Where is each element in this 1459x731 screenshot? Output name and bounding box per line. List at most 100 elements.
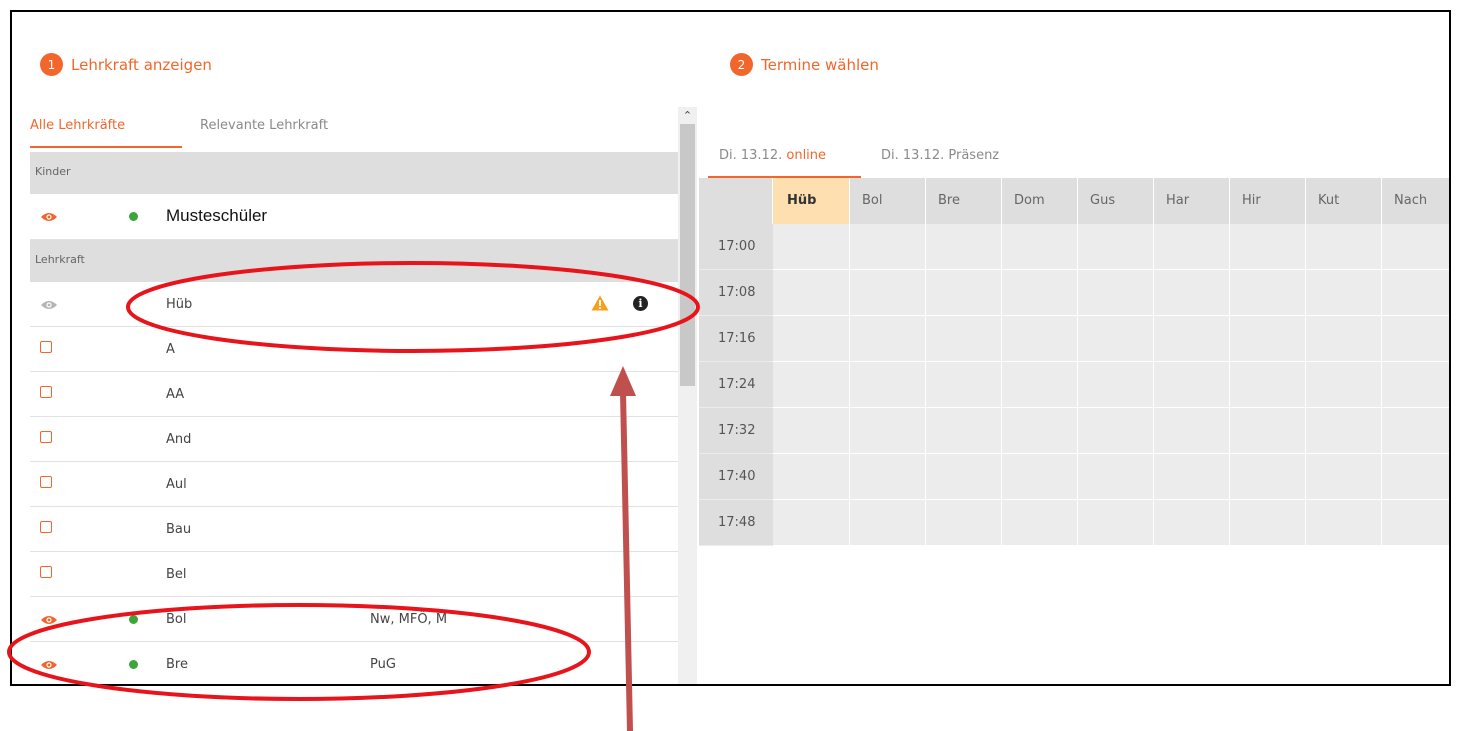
time-slot-cell[interactable]	[1154, 270, 1230, 316]
time-slot-cell[interactable]	[1230, 454, 1306, 500]
time-slot-cell[interactable]	[773, 454, 850, 500]
time-slot-cell[interactable]	[1306, 500, 1382, 546]
teacher-row[interactable]: Aul	[30, 462, 678, 507]
time-slot-cell[interactable]	[1306, 224, 1382, 270]
step-2-title: Termine wählen	[761, 55, 879, 74]
teacher-name: AA	[166, 387, 185, 402]
step-1-number: 1	[40, 53, 63, 76]
time-slot-cell[interactable]	[850, 316, 926, 362]
teacher-name: And	[166, 432, 192, 447]
time-slot-cell[interactable]	[1002, 500, 1078, 546]
eye-icon[interactable]	[40, 208, 58, 227]
time-slot-cell[interactable]	[1306, 408, 1382, 454]
time-slot-cell[interactable]	[1078, 500, 1154, 546]
time-slot-cell[interactable]	[1154, 224, 1230, 270]
chevron-up-icon[interactable]: ⌃	[678, 107, 697, 124]
time-slot-cell[interactable]	[1002, 362, 1078, 408]
column-header: Bre	[926, 178, 1002, 224]
teacher-checkbox[interactable]	[40, 386, 52, 398]
eye-icon[interactable]	[40, 656, 58, 675]
teacher-checkbox[interactable]	[40, 431, 52, 443]
time-slot-cell[interactable]	[1078, 408, 1154, 454]
time-slot-cell[interactable]	[1382, 316, 1449, 362]
time-slot-cell[interactable]	[1230, 362, 1306, 408]
time-slot-cell[interactable]	[850, 270, 926, 316]
time-slot-cell[interactable]	[926, 270, 1002, 316]
tab-all-teachers[interactable]: Alle Lehrkräfte	[30, 118, 125, 133]
time-slot-cell[interactable]	[926, 316, 1002, 362]
time-slot-cell[interactable]	[926, 224, 1002, 270]
time-slot-cell[interactable]	[1382, 408, 1449, 454]
time-slot-cell[interactable]	[773, 224, 850, 270]
time-slot-cell[interactable]	[850, 224, 926, 270]
teacher-row[interactable]: Bre PuG	[30, 642, 678, 684]
time-slot-cell[interactable]	[773, 362, 850, 408]
info-icon[interactable]: i	[633, 296, 648, 311]
time-slot-cell[interactable]	[1078, 454, 1154, 500]
time-slot-cell[interactable]	[1306, 362, 1382, 408]
warning-icon[interactable]	[591, 295, 609, 315]
time-slot-cell[interactable]	[1382, 270, 1449, 316]
column-header: Hüb	[773, 178, 850, 224]
time-slot-cell[interactable]	[1230, 500, 1306, 546]
tab-relevant-teacher[interactable]: Relevante Lehrkraft	[200, 118, 328, 133]
time-slot-cell[interactable]	[1382, 362, 1449, 408]
tab-praesenz[interactable]: Di. 13.12. Präsenz	[881, 148, 999, 163]
teacher-row[interactable]: And	[30, 417, 678, 462]
time-slot-cell[interactable]	[1078, 224, 1154, 270]
time-slot-cell[interactable]	[1002, 270, 1078, 316]
teacher-checkbox[interactable]	[40, 521, 52, 533]
time-slot-cell[interactable]	[1002, 454, 1078, 500]
time-slot-cell[interactable]	[1306, 454, 1382, 500]
time-slot-cell[interactable]	[850, 408, 926, 454]
time-slot-cell[interactable]	[1078, 362, 1154, 408]
time-slot-cell[interactable]	[926, 408, 1002, 454]
time-slot-cell[interactable]	[1382, 224, 1449, 270]
teacher-checkbox[interactable]	[40, 341, 52, 353]
time-slot-cell[interactable]	[1306, 316, 1382, 362]
time-slot-cell[interactable]	[1154, 454, 1230, 500]
scrollbar-thumb[interactable]	[680, 124, 695, 386]
time-slot-cell[interactable]	[1154, 500, 1230, 546]
time-slot-cell[interactable]	[1002, 224, 1078, 270]
time-slot-cell[interactable]	[1382, 500, 1449, 546]
time-slot-cell[interactable]	[850, 454, 926, 500]
teacher-row[interactable]: AA	[30, 372, 678, 417]
time-slot-cell[interactable]	[850, 500, 926, 546]
student-row[interactable]: Musteschüler	[30, 194, 678, 240]
time-slot-cell[interactable]	[773, 316, 850, 362]
teacher-checkbox[interactable]	[40, 566, 52, 578]
time-slot-cell[interactable]	[1306, 270, 1382, 316]
time-slot-cell[interactable]	[1154, 362, 1230, 408]
time-slot-cell[interactable]	[1230, 316, 1306, 362]
teacher-checkbox[interactable]	[40, 476, 52, 488]
teacher-row-hueb[interactable]: Hüb i	[30, 282, 678, 327]
teacher-row[interactable]: Bau	[30, 507, 678, 552]
time-slot-cell[interactable]	[1002, 408, 1078, 454]
eye-icon[interactable]	[40, 611, 58, 630]
teacher-row[interactable]: Bol Nw, MFÖ, M	[30, 597, 678, 642]
list-scrollbar[interactable]: ⌃	[678, 107, 697, 684]
time-slot-cell[interactable]	[926, 500, 1002, 546]
time-slot-cell[interactable]	[1230, 408, 1306, 454]
eye-icon[interactable]	[40, 296, 58, 315]
teacher-row[interactable]: A	[30, 327, 678, 372]
column-header: Nach	[1394, 193, 1428, 208]
time-slot-cell[interactable]	[773, 500, 850, 546]
time-slot-cell[interactable]	[850, 362, 926, 408]
time-slot-cell[interactable]	[1154, 316, 1230, 362]
time-slot-cell[interactable]	[1002, 316, 1078, 362]
time-slot-cell[interactable]	[1382, 454, 1449, 500]
teacher-row[interactable]: Bel	[30, 552, 678, 597]
time-slot-cell[interactable]	[773, 270, 850, 316]
time-slot-cell[interactable]	[926, 362, 1002, 408]
tab-online[interactable]: Di. 13.12. online	[719, 148, 826, 163]
time-slot-cell[interactable]	[1154, 408, 1230, 454]
time-slot-cell[interactable]	[1078, 316, 1154, 362]
time-slot-cell[interactable]	[773, 408, 850, 454]
time-slot-cell[interactable]	[1230, 224, 1306, 270]
grid-header: Hüb Bol Bre Dom Gus Har Hir Kut Nach	[699, 178, 1449, 224]
time-slot-cell[interactable]	[926, 454, 1002, 500]
time-slot-cell[interactable]	[1078, 270, 1154, 316]
time-slot-cell[interactable]	[1230, 270, 1306, 316]
